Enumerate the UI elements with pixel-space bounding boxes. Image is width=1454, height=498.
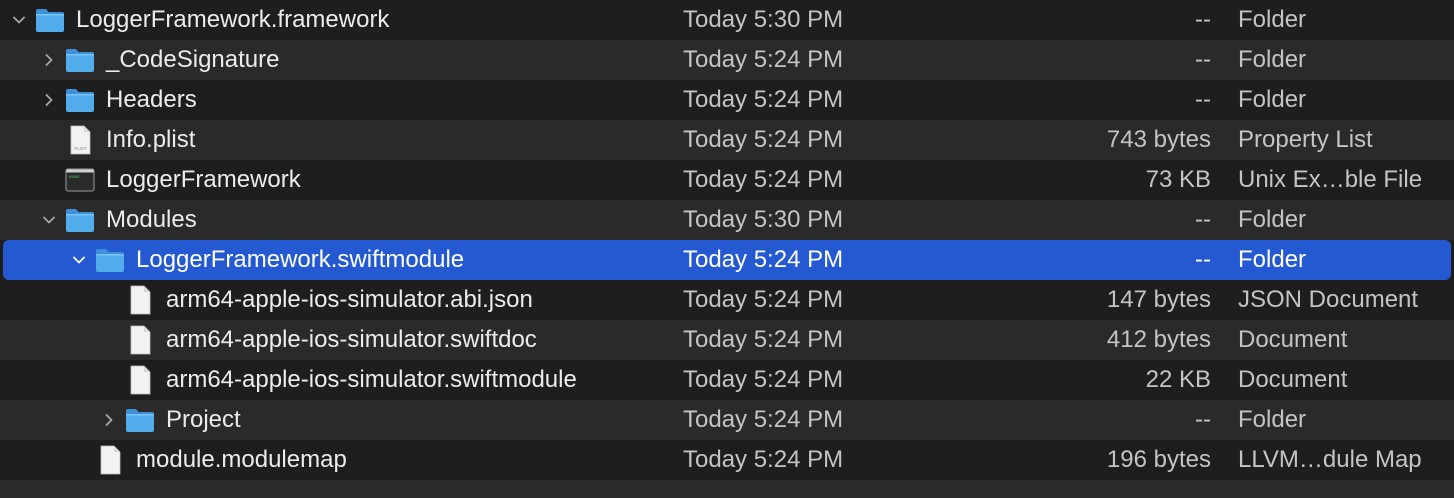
file-size: 73 KB <box>1145 166 1211 193</box>
file-row[interactable]: arm64-apple-ios-simulator.swiftdoc Today… <box>0 320 1454 360</box>
document-icon <box>124 324 156 356</box>
file-row[interactable]: Modules Today 5:30 PM -- Folder <box>0 200 1454 240</box>
file-size: -- <box>1195 6 1211 33</box>
file-list: LoggerFramework.framework Today 5:30 PM … <box>0 0 1454 498</box>
file-size: 196 bytes <box>1106 446 1211 473</box>
file-size: 412 bytes <box>1106 326 1211 353</box>
file-size: -- <box>1195 46 1211 73</box>
unix-executable-icon: exec <box>64 164 96 196</box>
date-modified: Today 5:24 PM <box>683 86 844 113</box>
file-kind: Folder <box>1238 46 1307 73</box>
file-name: Project <box>166 406 241 433</box>
document-icon <box>124 364 156 396</box>
file-size: 743 bytes <box>1106 126 1211 153</box>
folder-icon <box>64 204 96 236</box>
date-modified: Today 5:24 PM <box>683 446 844 473</box>
file-kind: Document <box>1238 326 1348 353</box>
file-name: module.modulemap <box>136 446 347 473</box>
folder-icon <box>34 4 66 36</box>
file-name: Modules <box>106 206 197 233</box>
date-modified: Today 5:30 PM <box>683 6 844 33</box>
empty-row <box>0 480 1454 498</box>
file-row[interactable]: PLIST Info.plist Today 5:24 PM 743 bytes… <box>0 120 1454 160</box>
folder-icon <box>94 244 126 276</box>
date-modified: Today 5:24 PM <box>683 326 844 353</box>
chevron-down-icon[interactable] <box>39 200 59 240</box>
file-kind: JSON Document <box>1238 286 1419 313</box>
file-kind: Property List <box>1238 126 1373 153</box>
file-name: _CodeSignature <box>106 46 280 73</box>
date-modified: Today 5:24 PM <box>683 166 844 193</box>
file-kind: Folder <box>1238 6 1307 33</box>
file-kind: Folder <box>1238 406 1307 433</box>
document-icon <box>124 284 156 316</box>
file-size: -- <box>1195 406 1211 433</box>
file-size: 22 KB <box>1145 366 1211 393</box>
chevron-down-icon[interactable] <box>69 240 89 280</box>
file-kind: Folder <box>1238 206 1307 233</box>
file-row[interactable]: Headers Today 5:24 PM -- Folder <box>0 80 1454 120</box>
file-name: Headers <box>106 86 197 113</box>
file-row[interactable]: module.modulemap Today 5:24 PM 196 bytes… <box>0 440 1454 480</box>
date-modified: Today 5:30 PM <box>683 206 844 233</box>
document-icon <box>94 444 126 476</box>
plist-file-icon: PLIST <box>64 124 96 156</box>
file-row-selected[interactable]: LoggerFramework.swiftmodule Today 5:24 P… <box>3 240 1451 280</box>
file-size: -- <box>1195 206 1211 233</box>
file-kind: Folder <box>1238 246 1307 273</box>
file-row[interactable]: arm64-apple-ios-simulator.swiftmodule To… <box>0 360 1454 400</box>
file-kind: Folder <box>1238 86 1307 113</box>
file-name: arm64-apple-ios-simulator.swiftmodule <box>166 366 577 393</box>
file-kind: Document <box>1238 366 1348 393</box>
file-name: LoggerFramework.framework <box>76 6 390 33</box>
file-size: -- <box>1195 246 1211 273</box>
chevron-right-icon[interactable] <box>39 80 59 120</box>
chevron-right-icon[interactable] <box>99 400 119 440</box>
file-row[interactable]: _CodeSignature Today 5:24 PM -- Folder <box>0 40 1454 80</box>
folder-icon <box>64 84 96 116</box>
date-modified: Today 5:24 PM <box>683 126 844 153</box>
file-name: Info.plist <box>106 126 196 153</box>
folder-icon <box>124 404 156 436</box>
chevron-right-icon[interactable] <box>39 40 59 80</box>
file-name: LoggerFramework.swiftmodule <box>136 246 465 273</box>
file-row[interactable]: LoggerFramework.framework Today 5:30 PM … <box>0 0 1454 40</box>
date-modified: Today 5:24 PM <box>683 366 844 393</box>
file-size: -- <box>1195 86 1211 113</box>
date-modified: Today 5:24 PM <box>683 406 844 433</box>
file-name: arm64-apple-ios-simulator.swiftdoc <box>166 326 537 353</box>
file-name: LoggerFramework <box>106 166 301 193</box>
date-modified: Today 5:24 PM <box>683 286 844 313</box>
svg-text:exec: exec <box>69 175 80 180</box>
file-row[interactable]: exec LoggerFramework Today 5:24 PM 73 KB… <box>0 160 1454 200</box>
file-kind: Unix Ex…ble File <box>1238 166 1423 193</box>
file-row[interactable]: arm64-apple-ios-simulator.abi.json Today… <box>0 280 1454 320</box>
chevron-down-icon[interactable] <box>9 0 29 40</box>
file-name: arm64-apple-ios-simulator.abi.json <box>166 286 533 313</box>
file-row[interactable]: Project Today 5:24 PM -- Folder <box>0 400 1454 440</box>
date-modified: Today 5:24 PM <box>683 46 844 73</box>
svg-text:PLIST: PLIST <box>74 146 87 151</box>
file-size: 147 bytes <box>1106 286 1211 313</box>
date-modified: Today 5:24 PM <box>683 246 844 273</box>
folder-icon <box>64 44 96 76</box>
file-kind: LLVM…dule Map <box>1238 446 1422 473</box>
